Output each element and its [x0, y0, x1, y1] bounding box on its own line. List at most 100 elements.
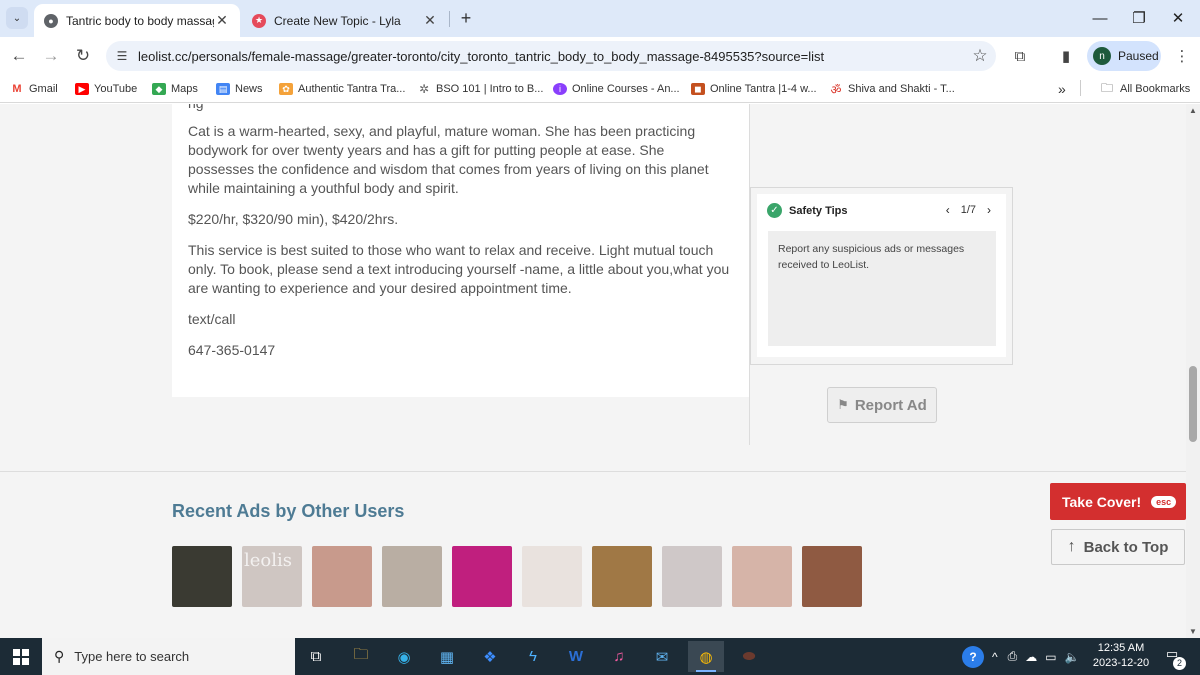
- recent-ad-thumbnail[interactable]: [802, 546, 862, 607]
- bookmark-news[interactable]: ▤ News: [216, 80, 263, 98]
- all-bookmarks-button[interactable]: 🗀 All Bookmarks: [1099, 80, 1190, 98]
- listing-cut-text: ng: [188, 104, 204, 113]
- section-divider: [0, 471, 1186, 472]
- tab-title: Create New Topic - Lyla: [274, 13, 401, 28]
- star-badge-icon: ★: [252, 13, 266, 28]
- tab-search-button[interactable]: ⌄: [6, 7, 28, 29]
- recent-ad-thumbnail[interactable]: [172, 546, 232, 607]
- safety-tip-text: Report any suspicious ads or messages re…: [768, 231, 996, 346]
- device-icon[interactable]: ⎙: [1008, 649, 1018, 664]
- recent-ad-thumbnail[interactable]: leolis: [242, 546, 302, 607]
- extensions-icon[interactable]: ⧉: [1009, 45, 1031, 67]
- tab-active[interactable]: ● Tantric body to body massage | ✕: [34, 4, 240, 37]
- bookmark-bso-101[interactable]: ✲ BSO 101 | Intro to B...: [417, 80, 543, 98]
- recent-ads-title: Recent Ads by Other Users: [172, 501, 405, 521]
- bookmark-youtube[interactable]: ▶ YouTube: [75, 80, 137, 98]
- avatar: n: [1093, 47, 1111, 65]
- chrome-icon[interactable]: ◍: [688, 641, 724, 672]
- chevron-up-icon[interactable]: ^: [992, 650, 998, 664]
- bookmark-star-icon[interactable]: ☆: [964, 46, 996, 66]
- back-to-top-button[interactable]: ↑ Back to Top: [1051, 529, 1185, 565]
- task-view-icon[interactable]: ⧉: [298, 641, 334, 672]
- chevron-left-icon[interactable]: ‹: [941, 203, 955, 217]
- bookmark-gmail[interactable]: M Gmail: [10, 80, 57, 98]
- om-icon: ॐ: [830, 82, 842, 97]
- menu-kebab-icon[interactable]: ⋮: [1171, 45, 1193, 67]
- recent-ad-thumbnail[interactable]: [662, 546, 722, 607]
- recent-ad-thumbnail[interactable]: [452, 546, 512, 607]
- url-text[interactable]: leolist.cc/personals/female-massage/grea…: [138, 49, 964, 64]
- safety-tips-header: ✓ Safety Tips: [767, 203, 848, 218]
- chevron-right-icon[interactable]: ›: [982, 203, 996, 217]
- forward-arrow-icon[interactable]: →: [39, 44, 63, 68]
- word-icon[interactable]: W: [558, 641, 594, 672]
- safety-tips-pager: ‹ 1/7 ›: [941, 203, 996, 217]
- listing-paragraph: This service is best suited to those who…: [188, 242, 730, 296]
- browser-toolbar: ← → ↻ ☰ leolist.cc/personals/female-mass…: [0, 37, 1200, 75]
- report-ad-button[interactable]: ⚑ Report Ad: [827, 387, 937, 423]
- safety-tips-card: ✓ Safety Tips ‹ 1/7 › Report any suspici…: [757, 194, 1006, 357]
- close-window-button[interactable]: ✕: [1156, 0, 1200, 36]
- lotus-icon: ✿: [279, 83, 293, 95]
- bookmark-online-tantra[interactable]: ◼ Online Tantra |1-4 w...: [691, 80, 817, 98]
- tab-separator: [449, 11, 450, 27]
- windows-taskbar: ⚲ Type here to search ⧉ 🗀 ◉ ▦ ❖ ϟ W ♫ ✉ …: [0, 638, 1200, 675]
- mail-icon[interactable]: ✉: [644, 641, 680, 672]
- safety-tips-panel: ✓ Safety Tips ‹ 1/7 › Report any suspici…: [750, 187, 1013, 365]
- tab-inactive[interactable]: ★ Create New Topic - Lyla ✕: [242, 4, 448, 37]
- bookmark-online-courses[interactable]: i Online Courses - An...: [553, 80, 680, 98]
- volume-icon[interactable]: 🔈: [1065, 650, 1080, 664]
- minimize-button[interactable]: —: [1078, 0, 1122, 36]
- bookmark-maps[interactable]: ◆ Maps: [152, 80, 198, 98]
- clock-date: 2023-12-20: [1092, 657, 1150, 669]
- notification-count: 2: [1173, 657, 1186, 670]
- start-button[interactable]: [0, 638, 42, 675]
- taskbar-clock[interactable]: 12:35 AM 2023-12-20: [1088, 641, 1154, 671]
- restore-button[interactable]: ❐: [1117, 0, 1161, 36]
- dropbox-icon[interactable]: ❖: [472, 641, 508, 672]
- tab-close-icon[interactable]: ✕: [422, 12, 438, 29]
- itunes-icon[interactable]: ♫: [601, 641, 637, 672]
- course-icon: i: [553, 83, 567, 95]
- tab-title: Tantric body to body massage |: [66, 13, 214, 28]
- cloud-icon[interactable]: ☁: [1025, 650, 1037, 664]
- app-icon[interactable]: ⬬: [731, 641, 767, 672]
- bookmark-authentic-tantra[interactable]: ✿ Authentic Tantra Tra...: [279, 80, 405, 98]
- profile-button[interactable]: n Paused: [1087, 41, 1161, 71]
- file-explorer-icon[interactable]: 🗀: [343, 641, 379, 672]
- recent-ad-thumbnail[interactable]: [382, 546, 442, 607]
- notifications-icon[interactable]: ▭ 2: [1160, 646, 1186, 670]
- maps-icon: ◆: [152, 83, 166, 95]
- recent-ad-thumbnail[interactable]: [522, 546, 582, 607]
- listing-contact-label: text/call: [188, 311, 236, 327]
- scrollbar-thumb[interactable]: [1189, 366, 1197, 442]
- recent-ad-thumbnail[interactable]: [592, 546, 652, 607]
- bookmarks-bar: M Gmail ▶ YouTube ◆ Maps ▤ News ✿ Authen…: [0, 75, 1200, 103]
- scroll-up-arrow-icon[interactable]: ▲: [1186, 106, 1200, 115]
- reload-icon[interactable]: ↻: [71, 44, 95, 68]
- bolt-app-icon[interactable]: ϟ: [515, 641, 551, 672]
- taskbar-search-placeholder: Type here to search: [74, 649, 190, 664]
- scroll-down-arrow-icon[interactable]: ▼: [1186, 627, 1200, 636]
- windows-logo-icon: [13, 648, 29, 665]
- address-bar[interactable]: ☰ leolist.cc/personals/female-massage/gr…: [106, 41, 996, 71]
- bookmark-shiva-shakti[interactable]: ॐ Shiva and Shakti - T...: [829, 80, 955, 98]
- take-cover-button[interactable]: Take Cover! esc: [1050, 483, 1186, 520]
- back-arrow-icon[interactable]: ←: [7, 44, 31, 68]
- tab-close-icon[interactable]: ✕: [214, 12, 230, 29]
- youtube-icon: ▶: [75, 83, 89, 95]
- recent-ad-thumbnail[interactable]: [732, 546, 792, 607]
- listing-description: ng Cat is a warm-hearted, sexy, and play…: [172, 104, 750, 397]
- battery-icon[interactable]: ▭: [1045, 650, 1056, 664]
- new-tab-button[interactable]: +: [455, 7, 477, 29]
- recent-ad-thumbnail[interactable]: [312, 546, 372, 607]
- esc-key-badge: esc: [1151, 495, 1177, 508]
- store-icon[interactable]: ▦: [429, 641, 465, 672]
- site-info-icon[interactable]: ☰: [106, 49, 138, 63]
- side-panel-icon[interactable]: ▮: [1055, 45, 1077, 67]
- more-bookmarks-chevron-icon[interactable]: »: [1058, 80, 1066, 98]
- edge-icon[interactable]: ◉: [386, 641, 422, 672]
- taskbar-search-box[interactable]: ⚲ Type here to search: [42, 638, 295, 675]
- page-scrollbar[interactable]: ▲ ▼: [1186, 104, 1200, 638]
- help-icon[interactable]: ?: [962, 645, 984, 668]
